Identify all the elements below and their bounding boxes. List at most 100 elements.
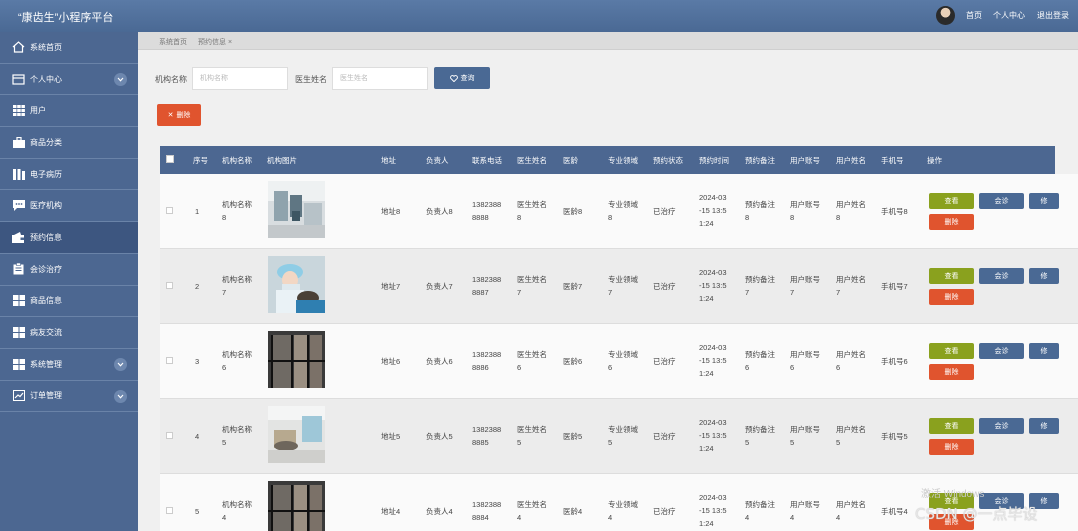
- cell-field: 7: [608, 288, 613, 297]
- sidebar-item-3[interactable]: 用户: [0, 95, 138, 128]
- cell-field: 5: [608, 438, 613, 447]
- grid-icon: [12, 105, 25, 117]
- select-all-checkbox[interactable]: [166, 155, 174, 163]
- query-button[interactable]: 查询: [434, 67, 490, 89]
- edit-button[interactable]: 修: [1029, 193, 1059, 209]
- sidebar-item-9[interactable]: 商品信息: [0, 286, 138, 318]
- batch-delete-button[interactable]: ✕ 删除: [157, 104, 201, 126]
- column-header: 预约状态: [653, 156, 683, 165]
- cell-index: 1: [195, 207, 200, 216]
- sidebar-item-8[interactable]: 会诊治疗: [0, 254, 138, 286]
- chevron-down-icon[interactable]: [114, 72, 127, 86]
- org-name-input[interactable]: 机构名称: [192, 67, 288, 90]
- cell-doctor: 医生姓名: [517, 350, 547, 359]
- row-checkbox[interactable]: [166, 432, 173, 439]
- cell-note: 预约备注: [745, 275, 775, 284]
- cell-time: -15 13:5: [699, 431, 727, 440]
- chevron-down-icon[interactable]: [114, 357, 127, 371]
- cell-account: 6: [790, 363, 795, 372]
- chevron-down-icon[interactable]: [114, 389, 127, 403]
- columns-icon: [12, 168, 25, 180]
- main-content: 系统首页 预约信息 × 机构名称 机构名称 医生姓名 医生姓名 查询 ✕ 删除 …: [138, 32, 1078, 531]
- cell-note: 7: [745, 288, 750, 297]
- nav-profile-link[interactable]: 个人中心: [993, 10, 1025, 21]
- cell-status: 已治疗: [653, 507, 676, 516]
- cell-phone: 8884: [472, 513, 489, 522]
- window-icon: [12, 73, 25, 85]
- sidebar-item-label: 病友交流: [30, 328, 62, 338]
- sidebar-item-label: 用户: [30, 106, 46, 116]
- sidebar-item-2[interactable]: 个人中心: [0, 64, 138, 96]
- delete-button[interactable]: 删除: [929, 289, 974, 305]
- sidebar-item-7[interactable]: 预约信息: [0, 222, 138, 254]
- cell-account: 5: [790, 438, 795, 447]
- view-button[interactable]: 查看: [929, 193, 974, 209]
- home-icon: [12, 41, 25, 53]
- sidebar-item-label: 会诊治疗: [30, 264, 62, 274]
- sidebar-item-6[interactable]: 医疗机构: [0, 190, 138, 223]
- wallet-icon: [12, 231, 25, 243]
- sidebar-item-label: 电子病历: [30, 169, 62, 179]
- cell-account: 4: [790, 513, 795, 522]
- cell-status: 已治疗: [653, 432, 676, 441]
- consult-button[interactable]: 会诊: [979, 343, 1024, 359]
- cell-status: 已治疗: [653, 207, 676, 216]
- cell-age: 医龄4: [563, 507, 583, 516]
- sidebar-item-4[interactable]: 商品分类: [0, 127, 138, 159]
- sidebar-item-label: 系统管理: [30, 359, 62, 369]
- breadcrumb-home[interactable]: 系统首页: [159, 37, 187, 47]
- cell-account: 用户账号: [790, 425, 820, 434]
- cell-phone: 8886: [472, 363, 489, 372]
- cell-phone: 1382388: [472, 500, 502, 509]
- column-header: 医生姓名: [517, 156, 547, 165]
- cell-doctor: 医生姓名: [517, 200, 547, 209]
- org-photo: [268, 181, 325, 238]
- edit-button[interactable]: 修: [1029, 418, 1059, 434]
- cell-field: 4: [608, 513, 613, 522]
- row-checkbox[interactable]: [166, 282, 173, 289]
- sidebar-item-label: 预约信息: [30, 232, 62, 242]
- column-header: 机构名称: [222, 156, 252, 165]
- delete-button[interactable]: 删除: [929, 439, 974, 455]
- view-button[interactable]: 查看: [929, 268, 974, 284]
- nav-logout-link[interactable]: 退出登录: [1037, 10, 1069, 21]
- cell-user-name: 用户姓名: [836, 200, 866, 209]
- cell-age: 医龄6: [563, 357, 583, 366]
- cell-owner: 负责人4: [426, 507, 453, 516]
- cell-org-name: 8: [222, 213, 227, 222]
- delete-button[interactable]: 删除: [929, 364, 974, 380]
- doctor-name-input[interactable]: 医生姓名: [332, 67, 428, 90]
- sidebar-item-11[interactable]: 系统管理: [0, 349, 138, 381]
- view-button[interactable]: 查看: [929, 418, 974, 434]
- table-header: 序号 机构名称 机构图片 地址 负责人 联系电话 医生姓名 医龄 专业领域 预约状态 预约时间 预约备…: [160, 146, 1055, 174]
- row-checkbox[interactable]: [166, 207, 173, 214]
- consult-button[interactable]: 会诊: [979, 193, 1024, 209]
- edit-button[interactable]: 修: [1029, 343, 1059, 359]
- cell-org-name: 机构名称: [222, 425, 252, 434]
- appointment-table: 序号 机构名称 机构图片 地址 负责人 联系电话 医生姓名 医龄 专业领域 预约状态 预约时间 预约备…: [160, 146, 1078, 531]
- sidebar-item-10[interactable]: 病友交流: [0, 317, 138, 349]
- view-button[interactable]: 查看: [929, 343, 974, 359]
- row-checkbox[interactable]: [166, 507, 173, 514]
- cell-note: 预约备注: [745, 350, 775, 359]
- sidebar-item-5[interactable]: 电子病历: [0, 159, 138, 191]
- cell-note: 预约备注: [745, 425, 775, 434]
- sidebar: 系统首页 个人中心用户商品分类电子病历医疗机构预约信息会诊治疗商品信息病友交流系统…: [0, 32, 138, 531]
- row-checkbox[interactable]: [166, 357, 173, 364]
- consult-button[interactable]: 会诊: [979, 418, 1024, 434]
- column-header: 预约备注: [745, 156, 775, 165]
- delete-button[interactable]: 删除: [929, 214, 974, 230]
- nav-home-link[interactable]: 首页: [966, 10, 982, 21]
- cell-phone: 1382388: [472, 425, 502, 434]
- sidebar-item-1[interactable]: 系统首页: [0, 32, 138, 64]
- cell-address: 地址5: [381, 432, 401, 441]
- cell-field: 专业领域: [608, 200, 638, 209]
- cell-address: 地址4: [381, 507, 401, 516]
- breadcrumb-current-tab[interactable]: 预约信息 ×: [198, 37, 232, 47]
- sidebar-item-12[interactable]: 订单管理: [0, 381, 138, 413]
- consult-button[interactable]: 会诊: [979, 268, 1024, 284]
- avatar[interactable]: [936, 6, 955, 25]
- csdn-watermark: CSDN @一点毕设: [915, 505, 1038, 523]
- edit-button[interactable]: 修: [1029, 268, 1059, 284]
- cell-mobile: 手机号4: [881, 507, 908, 516]
